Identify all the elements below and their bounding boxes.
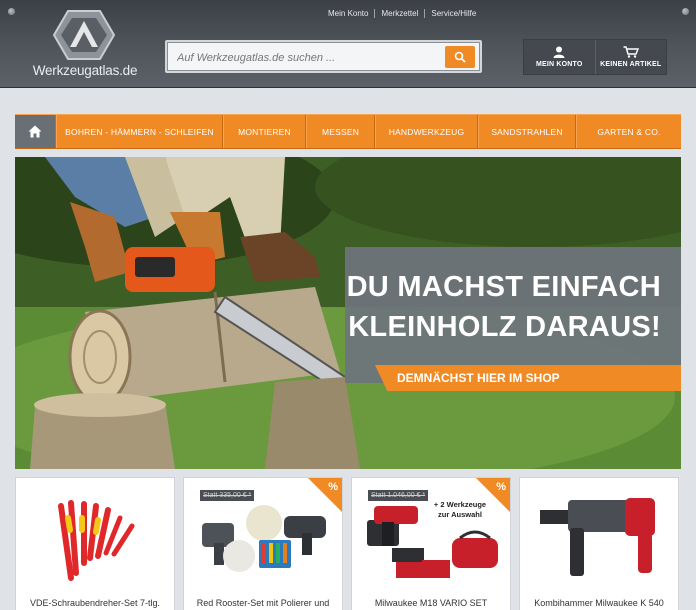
product-title[interactable]: Kombihammer Milwaukee K 540 bbox=[520, 598, 678, 608]
search-button[interactable] bbox=[445, 46, 475, 68]
nav-item-messen[interactable]: MESSEN bbox=[306, 115, 375, 148]
product-card[interactable]: Statt 1.046,00 € * + 2 Werkzeuge zur Aus… bbox=[351, 477, 511, 610]
product-card[interactable]: Statt 335,00 € * % Red Rooster-Set mit P… bbox=[183, 477, 343, 610]
my-account-button[interactable]: MEIN KONTO bbox=[524, 40, 595, 74]
site-logo[interactable]: Werkzeugatlas.de bbox=[30, 9, 140, 81]
rivet-decoration bbox=[682, 8, 689, 15]
logo-text: Werkzeugatlas.de bbox=[32, 63, 138, 78]
top-link-service[interactable]: Service/Hilfe bbox=[424, 8, 482, 18]
logo-emblem-icon bbox=[52, 10, 116, 60]
nav-item-bohren[interactable]: BOHREN - HÄMMERN - SCHLEIFEN bbox=[56, 115, 223, 148]
product-title[interactable]: Red Rooster-Set mit Polierer und bbox=[184, 598, 342, 608]
hero-headline-2: KLEINHOLZ DARAUS! bbox=[348, 311, 661, 343]
user-icon bbox=[553, 46, 565, 58]
hero-cta-banner[interactable]: DEMNÄCHST HIER IM SHOP bbox=[375, 365, 681, 391]
product-card[interactable]: VDE-Schraubendreher-Set 7-tlg. bbox=[15, 477, 175, 610]
main-navigation: BOHREN - HÄMMERN - SCHLEIFEN MONTIEREN M… bbox=[15, 114, 681, 149]
top-link-wishlist[interactable]: Merkzettel bbox=[374, 8, 424, 18]
hero-text-panel: DU MACHST EINFACH KLEINHOLZ DARAUS! bbox=[345, 247, 681, 383]
nav-home-button[interactable] bbox=[15, 115, 56, 148]
nav-item-garten[interactable]: GARTEN & CO. bbox=[576, 115, 681, 148]
promo-text: + 2 Werkzeuge zur Auswahl bbox=[433, 500, 487, 519]
product-teasers: VDE-Schraubendreher-Set 7-tlg. Statt 335… bbox=[15, 477, 681, 610]
my-account-label: MEIN KONTO bbox=[535, 61, 583, 68]
hero-headline-1: DU MACHST EINFACH bbox=[346, 271, 661, 303]
hero-banner[interactable]: DU MACHST EINFACH KLEINHOLZ DARAUS! DEMN… bbox=[15, 157, 681, 469]
top-link-my-account[interactable]: Mein Konto bbox=[322, 9, 374, 18]
badge-percent: % bbox=[328, 481, 338, 493]
nav-item-handwerkzeug[interactable]: HANDWERKZEUG bbox=[375, 115, 478, 148]
nav-item-montieren[interactable]: MONTIEREN bbox=[223, 115, 306, 148]
cart-icon bbox=[623, 46, 639, 58]
nav-item-sandstrahlen[interactable]: SANDSTRAHLEN bbox=[478, 115, 576, 148]
product-image-rotary-hammer bbox=[540, 498, 655, 576]
product-title[interactable]: VDE-Schraubendreher-Set 7-tlg. bbox=[16, 598, 174, 608]
search-bar bbox=[165, 40, 482, 73]
product-image-screwdrivers bbox=[58, 500, 135, 581]
top-links: Mein Konto Merkzettel Service/Hilfe bbox=[322, 4, 482, 22]
rivet-decoration bbox=[8, 8, 15, 15]
old-price: Statt 1.046,00 € * bbox=[368, 490, 429, 501]
old-price: Statt 335,00 € * bbox=[200, 490, 255, 501]
cart-button[interactable]: KEINEN ARTIKEL bbox=[594, 40, 667, 74]
cart-label: KEINEN ARTIKEL bbox=[600, 61, 662, 68]
search-input[interactable] bbox=[173, 47, 439, 68]
product-card[interactable]: Kombihammer Milwaukee K 540 bbox=[519, 477, 679, 610]
site-header: Mein Konto Merkzettel Service/Hilfe Werk… bbox=[0, 0, 696, 88]
account-cart-box: MEIN KONTO KEINEN ARTIKEL bbox=[523, 39, 667, 75]
product-title[interactable]: Milwaukee M18 VARIO SET bbox=[352, 598, 510, 608]
badge-percent: % bbox=[496, 481, 506, 493]
home-icon bbox=[28, 125, 42, 138]
search-icon bbox=[454, 51, 466, 63]
